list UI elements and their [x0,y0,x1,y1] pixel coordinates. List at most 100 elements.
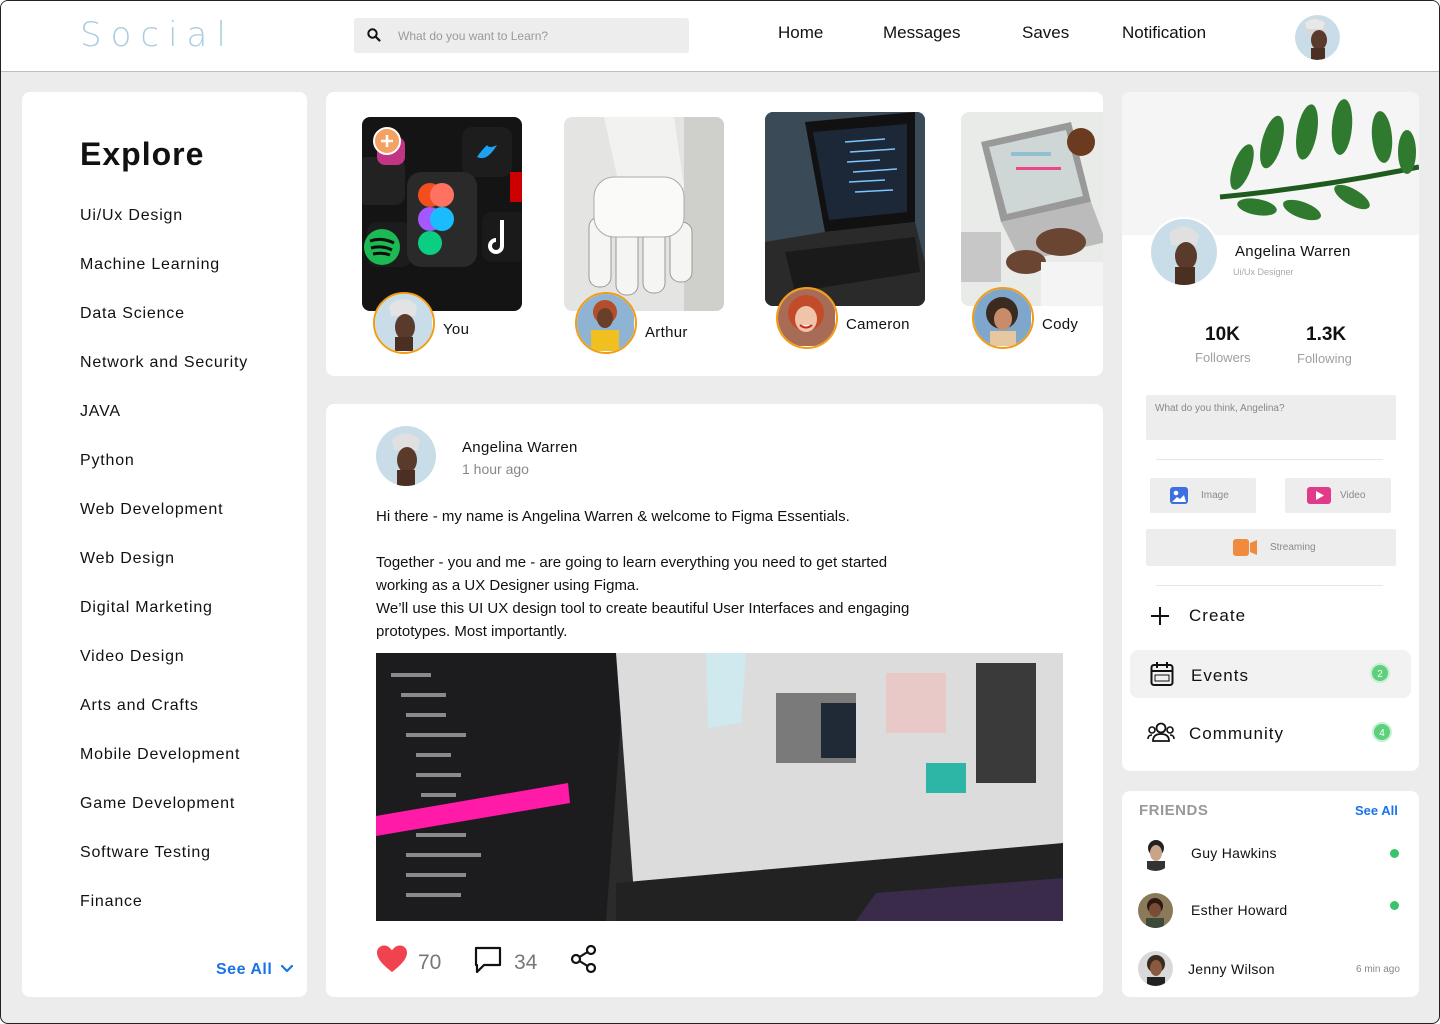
avatar [1151,219,1217,285]
friends-see-all-link[interactable]: See All [1355,803,1398,818]
avatar [376,426,436,486]
topic-item[interactable]: Web Development [80,501,223,519]
post-text-line: Hi there - my name is Angelina Warren & … [376,508,850,525]
search-icon[interactable] [366,27,382,43]
post-text-line: working as a UX Designer using Figma. [376,577,640,594]
comment-icon[interactable] [473,945,503,975]
search-input[interactable] [398,26,678,46]
topic-item[interactable]: Game Development [80,795,235,813]
last-seen: 6 min ago [1356,964,1400,975]
avatar [1138,836,1173,871]
friend-avatar[interactable] [1138,893,1173,928]
topic-item[interactable]: Software Testing [80,844,211,862]
story-card-arthur[interactable] [564,117,724,311]
profile-role: Ui/Ux Designer [1233,267,1294,277]
friends-panel: FRIENDS See All Guy Hawkins Esther Howar… [1122,791,1419,997]
friend-name[interactable]: Guy Hawkins [1191,845,1277,861]
app-window: Social Home Messages Saves Notification … [0,0,1440,1024]
nav-home[interactable]: Home [778,23,823,43]
composer-input[interactable] [1146,395,1396,440]
following-count[interactable]: 1.3K [1306,324,1346,346]
topic-item[interactable]: Data Science [80,305,185,323]
explore-panel: Explore Ui/Ux Design Machine Learning Da… [22,92,307,997]
topic-item[interactable]: Finance [80,893,143,911]
topic-item[interactable]: Network and Security [80,354,248,372]
story-name: You [443,321,470,338]
video-icon [1307,487,1331,504]
events-menu-item[interactable]: Events 2 [1130,650,1411,698]
topic-item[interactable]: Mobile Development [80,746,240,764]
create-menu-item[interactable]: Create [1130,592,1411,640]
friend-name[interactable]: Jenny Wilson [1188,961,1275,977]
image-button[interactable]: Image [1150,478,1256,513]
post-composer [1146,395,1396,440]
online-indicator [1390,849,1399,858]
profile-avatar[interactable] [1149,217,1219,287]
avatar [1138,951,1173,986]
user-avatar[interactable] [1295,15,1340,60]
explore-title: Explore [80,136,205,172]
topic-item[interactable]: Ui/Ux Design [80,207,183,225]
streaming-button-label: Streaming [1270,542,1316,553]
events-label: Events [1191,666,1249,685]
comment-count: 34 [514,951,538,974]
story-card-cameron[interactable] [765,112,925,306]
streaming-button[interactable]: Streaming [1146,529,1396,566]
community-menu-item[interactable]: Community 4 [1130,708,1411,756]
nav-messages[interactable]: Messages [883,23,960,43]
friend-name[interactable]: Esther Howard [1191,902,1288,918]
friend-avatar[interactable] [1138,951,1173,986]
story-card-cody[interactable] [961,112,1103,306]
topic-item[interactable]: Arts and Crafts [80,697,199,715]
story-avatar[interactable] [575,292,637,354]
friend-avatar[interactable] [1138,836,1173,871]
explore-see-all-link[interactable]: See All [216,961,272,979]
topic-item[interactable]: Video Design [80,648,184,666]
create-label: Create [1189,606,1247,625]
profile-name: Angelina Warren [1235,243,1351,260]
nav-notification[interactable]: Notification [1122,23,1206,43]
plus-icon[interactable] [373,127,401,155]
chevron-down-icon[interactable] [280,964,294,974]
share-icon[interactable] [570,944,598,974]
avatar [375,294,432,352]
followers-count[interactable]: 10K [1205,324,1240,346]
following-label: Following [1297,351,1352,366]
top-bar: Social Home Messages Saves Notification [1,1,1439,72]
divider [1156,585,1383,586]
cover-image [1122,92,1419,235]
post-author-avatar[interactable] [376,426,436,486]
post-author-name[interactable]: Angelina Warren [462,439,578,456]
post-text-line: prototypes. Most importantly. [376,623,568,640]
story-name: Cody [1042,316,1079,333]
topic-item[interactable]: Digital Marketing [80,599,213,617]
story-avatar[interactable] [373,292,435,354]
story-avatar[interactable] [776,287,838,349]
stories-panel: You Arthur Cameron Cody [326,92,1103,376]
topic-item[interactable]: Python [80,452,135,470]
story-name: Arthur [645,324,688,341]
heart-icon[interactable] [376,944,408,974]
topic-item[interactable]: Machine Learning [80,256,220,274]
avatar [1138,893,1173,928]
post-text-line: Together - you and me - are going to lea… [376,554,888,571]
streaming-icon [1233,539,1257,556]
story-avatar[interactable] [972,287,1034,349]
events-badge: 2 [1370,663,1390,683]
topic-item[interactable]: JAVA [80,403,121,421]
app-logo[interactable]: Social [80,15,235,55]
video-button[interactable]: Video [1285,478,1391,513]
topic-item[interactable]: Web Design [80,550,175,568]
avatar [778,289,835,346]
nav-saves[interactable]: Saves [1022,23,1069,43]
image-icon [1170,487,1188,504]
post-image[interactable] [376,653,1063,921]
community-icon [1147,722,1175,742]
followers-label: Followers [1195,350,1251,365]
story-image [961,112,1103,306]
friends-title: FRIENDS [1139,802,1209,819]
community-badge: 4 [1372,722,1392,742]
avatar [577,294,634,352]
story-image [765,112,925,306]
online-indicator [1390,901,1399,910]
